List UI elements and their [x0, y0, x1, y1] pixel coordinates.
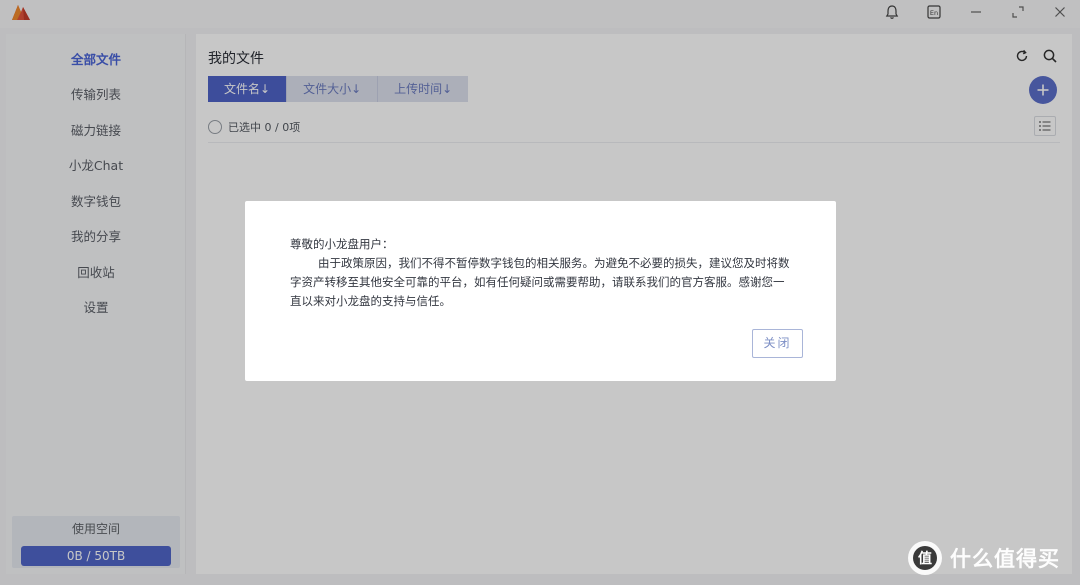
- watermark-logo-char: 值: [918, 550, 932, 567]
- watermark-text: 什么值得买: [950, 547, 1060, 571]
- watermark-logo-icon: 值: [908, 541, 942, 575]
- watermark: 值 什么值得买: [908, 539, 1060, 577]
- close-dialog-button[interactable]: 关闭: [752, 329, 803, 358]
- dialog-greeting: 尊敬的小龙盘用户：: [290, 237, 394, 251]
- dialog-message: 尊敬的小龙盘用户： 由于政策原因，我们不得不暂停数字钱包的相关服务。为避免不必要…: [290, 235, 795, 311]
- app-window: En 全部文件 传输列表 磁力链接 小龙Chat 数字钱包 我的分享 回收站 设…: [0, 0, 1080, 585]
- notice-dialog: 尊敬的小龙盘用户： 由于政策原因，我们不得不暂停数字钱包的相关服务。为避免不必要…: [245, 201, 836, 381]
- dialog-body: 由于政策原因，我们不得不暂停数字钱包的相关服务。为避免不必要的损失，建议您及时将…: [290, 256, 790, 308]
